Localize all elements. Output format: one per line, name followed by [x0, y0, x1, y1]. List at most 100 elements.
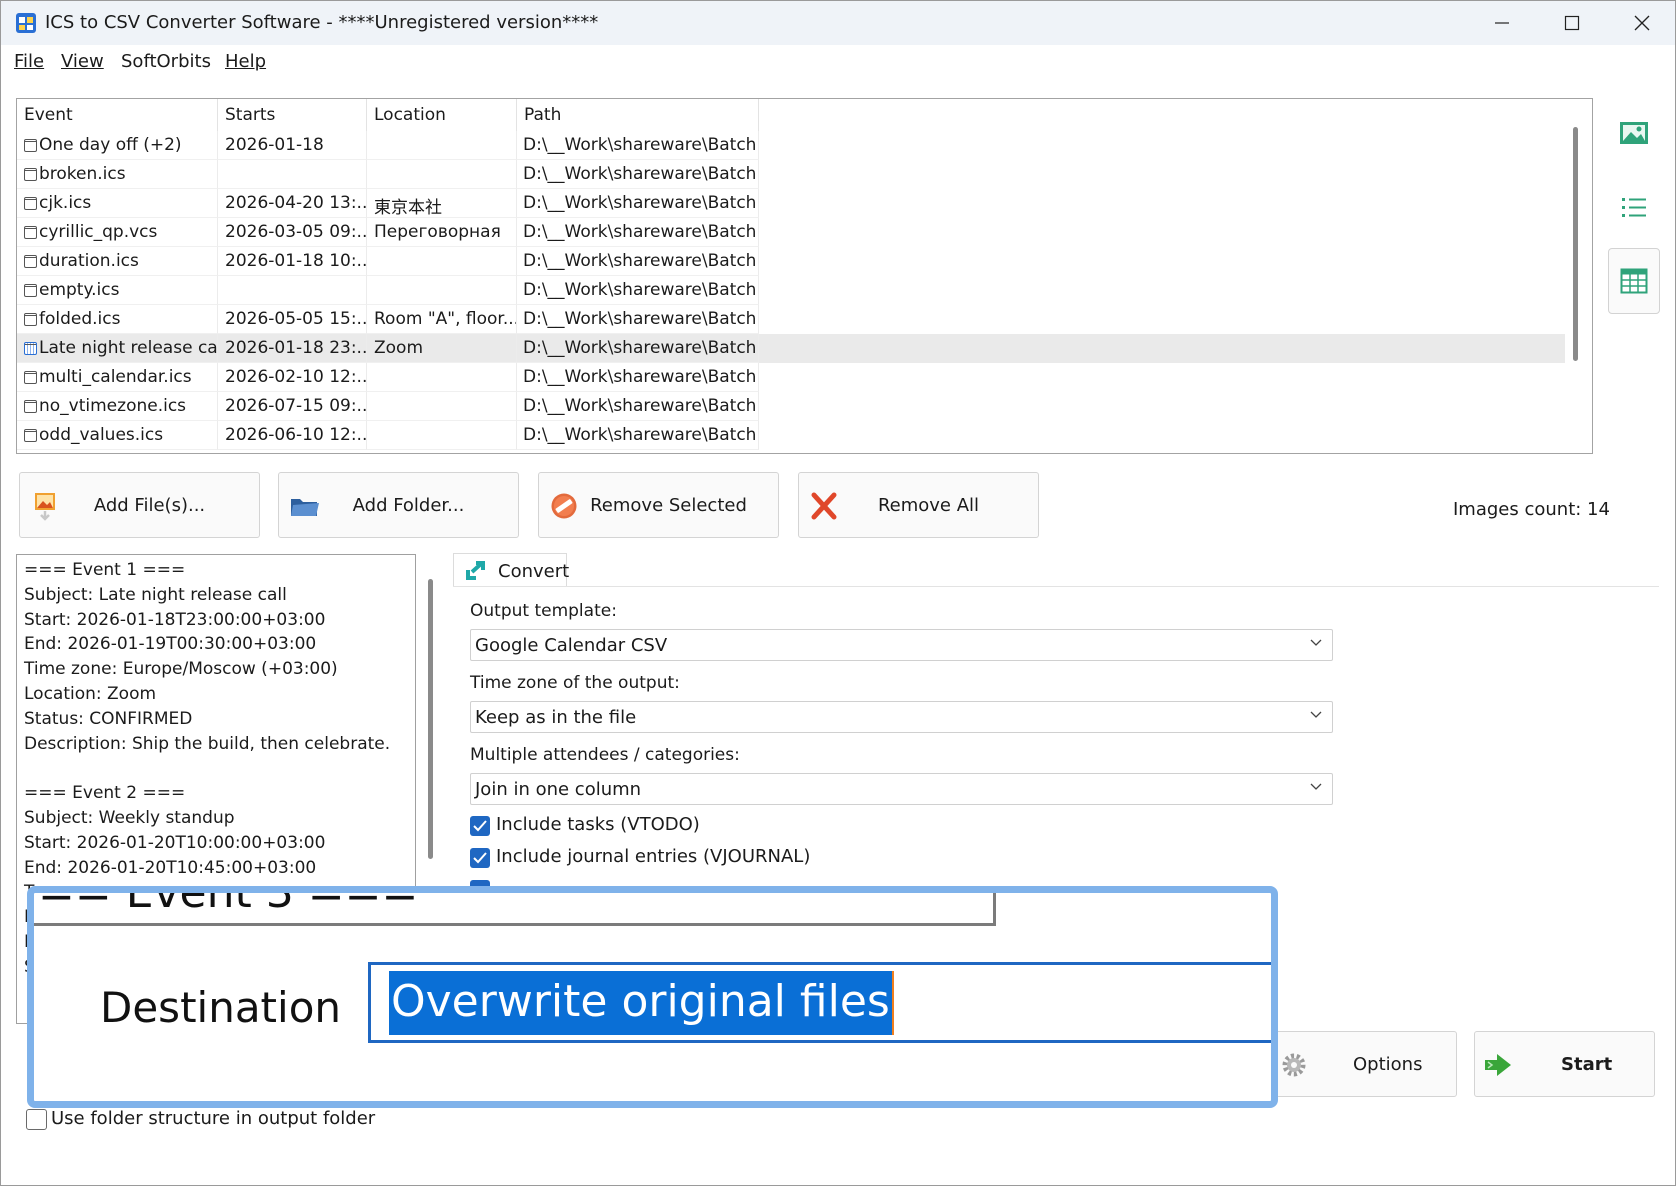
add-folder-label: Add Folder...: [352, 495, 465, 516]
folder-structure-checkbox[interactable]: [26, 1109, 47, 1130]
cell-path: D:\__Work\shareware\Batch...: [517, 421, 759, 450]
convert-icon: [466, 561, 485, 580]
include-tasks-checkbox[interactable]: [470, 816, 490, 836]
zoom-text-box: == Event 3 ===: [34, 893, 996, 926]
view-table-button[interactable]: [1608, 248, 1660, 314]
start-button[interactable]: Start: [1474, 1031, 1655, 1097]
images-count: Images count: 14: [1453, 499, 1610, 520]
options-label: Options: [1353, 1054, 1423, 1075]
close-button[interactable]: [1607, 1, 1675, 45]
cell-event: odd_values.ics: [17, 421, 218, 450]
cell-location: [367, 421, 517, 450]
remove-all-label: Remove All: [877, 495, 980, 516]
menu-file[interactable]: File: [14, 51, 44, 72]
list-scrollbar[interactable]: [1573, 127, 1578, 361]
remove-selected-label: Remove Selected: [590, 495, 747, 516]
view-thumbnails-button[interactable]: [1609, 108, 1659, 158]
output-template-select[interactable]: Google Calendar CSV: [470, 629, 1333, 661]
menu-softorbits[interactable]: SoftOrbits: [121, 51, 211, 72]
table-row[interactable]: odd_values.ics 2026-06-10 12:... D:\__Work…: [17, 421, 1565, 450]
table-row[interactable]: folded.ics 2026-05-05 15:... Room "A", flo…: [17, 305, 1565, 334]
cell-location: [367, 160, 517, 189]
remove-selected-button[interactable]: Remove Selected: [538, 472, 779, 538]
app-icon: [16, 13, 36, 33]
column-header-location[interactable]: Location: [367, 99, 517, 131]
gear-icon: [1282, 1053, 1306, 1077]
menu-view[interactable]: View: [61, 51, 104, 72]
cell-location: [367, 392, 517, 421]
destination-value: Overwrite original files: [389, 971, 894, 1035]
cell-event: cjk.ics: [17, 189, 218, 218]
destination-input[interactable]: Overwrite original files: [368, 962, 1271, 1043]
cell-starts: 2026-01-18 10:...: [218, 247, 367, 276]
include-journal-checkbox[interactable]: [470, 848, 490, 868]
column-header-event[interactable]: Event: [17, 99, 218, 131]
cell-location: Переговорная: [367, 218, 517, 247]
table-row[interactable]: multi_calendar.ics 2026-02-10 12:... D:\__…: [17, 363, 1565, 392]
cell-event: empty.ics: [17, 276, 218, 305]
column-header-starts[interactable]: Starts: [218, 99, 367, 131]
output-template-label: Output template:: [470, 601, 617, 621]
cell-location: 東京本社: [367, 189, 517, 218]
cell-starts: 2026-04-20 13:...: [218, 189, 367, 218]
table-row[interactable]: empty.ics D:\__Work\shareware\Batch...: [17, 276, 1565, 305]
remove-all-button[interactable]: Remove All: [798, 472, 1039, 538]
timezone-select[interactable]: Keep as in the file: [470, 701, 1333, 733]
maximize-button[interactable]: [1537, 1, 1607, 45]
minimize-button[interactable]: [1467, 1, 1537, 45]
tab-convert-label: Convert: [498, 561, 570, 582]
window-title: ICS to CSV Converter Software - ****Unre…: [45, 12, 599, 33]
cell-path: D:\__Work\shareware\Batch...: [517, 131, 759, 160]
info-scrollbar[interactable]: [428, 579, 433, 859]
close-icon: [1634, 15, 1650, 31]
cell-location: [367, 247, 517, 276]
table-row[interactable]: broken.ics D:\__Work\shareware\Batch...: [17, 160, 1565, 189]
multiple-attendees-label: Multiple attendees / categories:: [470, 745, 740, 765]
cell-path: D:\__Work\shareware\Batch...: [517, 160, 759, 189]
include-tasks-label[interactable]: Include tasks (VTODO): [496, 814, 700, 835]
tab-convert[interactable]: Convert: [453, 553, 570, 587]
cell-starts: 2026-06-10 12:...: [218, 421, 367, 450]
table-row[interactable]: cjk.ics 2026-04-20 13:... 東京本社 D:\__Work\sh…: [17, 189, 1565, 218]
cell-path: D:\__Work\shareware\Batch...: [517, 305, 759, 334]
chevron-down-icon: [1310, 711, 1322, 718]
chevron-down-icon: [1310, 639, 1322, 646]
list-icon: [1622, 198, 1646, 217]
event-list[interactable]: Event Starts Location Path One day off (…: [16, 98, 1593, 454]
cell-path: D:\__Work\shareware\Batch...: [517, 392, 759, 421]
cell-event: multi_calendar.ics: [17, 363, 218, 392]
timezone-label: Time zone of the output:: [470, 673, 680, 693]
chevron-down-icon: [1310, 783, 1322, 790]
cell-path: D:\__Work\shareware\Batch...: [517, 334, 759, 363]
folder-structure-label[interactable]: Use folder structure in output folder: [51, 1108, 375, 1129]
multiple-attendees-value: Join in one column: [475, 779, 642, 800]
column-header-path[interactable]: Path: [517, 99, 759, 131]
app-window: ICS to CSV Converter Software - ****Unre…: [0, 0, 1676, 1186]
cell-location: [367, 131, 517, 160]
table-row[interactable]: no_vtimezone.ics 2026-07-15 09:... D:\__Wo…: [17, 392, 1565, 421]
add-files-button[interactable]: Add File(s)...: [19, 472, 260, 538]
add-folder-button[interactable]: Add Folder...: [278, 472, 519, 538]
options-button[interactable]: Options: [1266, 1031, 1457, 1097]
include-journal-label[interactable]: Include journal entries (VJOURNAL): [496, 846, 810, 867]
cell-starts: 2026-01-18: [218, 131, 367, 160]
multiple-attendees-select[interactable]: Join in one column: [470, 773, 1333, 805]
list-header: Event Starts Location Path: [17, 99, 1592, 131]
table-row[interactable]: duration.ics 2026-01-18 10:... D:\__Work\s…: [17, 247, 1565, 276]
cell-path: D:\__Work\shareware\Batch...: [517, 189, 759, 218]
view-list-button[interactable]: [1609, 182, 1659, 232]
cell-event: Late night release cal...: [17, 334, 218, 363]
start-label: Start: [1561, 1054, 1613, 1075]
table-row[interactable]: cyrillic_qp.vcs 2026-03-05 09:... Перегово…: [17, 218, 1565, 247]
menu-help[interactable]: Help: [225, 51, 266, 72]
cell-event: no_vtimezone.ics: [17, 392, 218, 421]
table-row[interactable]: One day off (+2) 2026-01-18 D:\__Work\shar…: [17, 131, 1565, 160]
cell-starts: [218, 160, 367, 189]
cell-location: Room "A", floor...: [367, 305, 517, 334]
cell-starts: 2026-02-10 12:...: [218, 363, 367, 392]
zoom-event-heading: == Event 3 ===: [38, 893, 418, 918]
start-arrow-icon: [1485, 1054, 1511, 1076]
cell-event: broken.ics: [17, 160, 218, 189]
cell-event: folded.ics: [17, 305, 218, 334]
table-row[interactable]: Late night release cal...2026-01-18 23:.…: [17, 334, 1565, 363]
